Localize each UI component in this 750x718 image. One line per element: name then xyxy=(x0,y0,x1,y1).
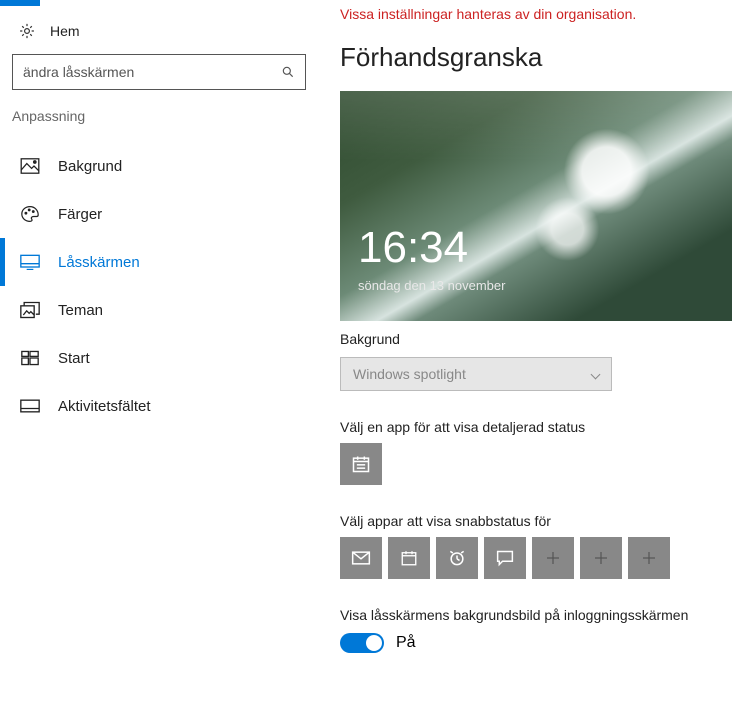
home-label: Hem xyxy=(50,23,80,39)
detailed-status-row xyxy=(340,443,732,485)
sidebar-item-label: Start xyxy=(58,350,90,367)
sidebar-item-label: Låsskärmen xyxy=(58,254,140,271)
image-icon xyxy=(20,156,40,176)
search-input[interactable] xyxy=(23,64,281,80)
category-title: Anpassning xyxy=(12,108,310,124)
sidebar-item-bakgrund[interactable]: Bakgrund xyxy=(12,142,310,190)
content-pane: Vissa inställningar hanteras av din orga… xyxy=(310,0,750,718)
preview-time: 16:34 xyxy=(358,223,468,273)
sidebar-item-start[interactable]: Start xyxy=(12,334,310,382)
search-icon xyxy=(281,65,295,79)
signin-bg-label: Visa låsskärmens bakgrundsbild på inlogg… xyxy=(340,607,732,623)
quick-status-app-mail[interactable] xyxy=(340,537,382,579)
toggle-state-label: På xyxy=(396,634,416,652)
quick-status-add-2[interactable] xyxy=(580,537,622,579)
plus-icon xyxy=(640,549,658,567)
sidebar-item-label: Bakgrund xyxy=(58,158,122,175)
sidebar: Hem Anpassning Bakgrund Färger xyxy=(0,0,310,718)
sidebar-item-label: Teman xyxy=(58,302,103,319)
sidebar-item-teman[interactable]: Teman xyxy=(12,286,310,334)
quick-status-app-calendar[interactable] xyxy=(388,537,430,579)
lockscreen-preview: 16:34 söndag den 13 november xyxy=(340,91,732,321)
quick-status-row xyxy=(340,537,732,579)
start-icon xyxy=(20,348,40,368)
gear-icon xyxy=(18,22,36,40)
org-warning: Vissa inställningar hanteras av din orga… xyxy=(340,6,732,22)
quick-status-label: Välj appar att visa snabbstatus för xyxy=(340,513,732,529)
calendar-icon xyxy=(400,549,418,567)
home-button[interactable]: Hem xyxy=(12,18,310,54)
accent-strip xyxy=(0,0,40,6)
palette-icon xyxy=(20,204,40,224)
detailed-status-label: Välj en app för att visa detaljerad stat… xyxy=(340,419,732,435)
signin-bg-toggle[interactable] xyxy=(340,633,384,653)
calendar-icon xyxy=(351,454,371,474)
themes-icon xyxy=(20,300,40,320)
chevron-down-icon xyxy=(591,369,601,379)
mail-icon xyxy=(351,550,371,566)
message-icon xyxy=(495,549,515,567)
sidebar-item-label: Aktivitetsfältet xyxy=(58,398,151,415)
preview-date: söndag den 13 november xyxy=(358,278,505,293)
sidebar-item-lasskarmen[interactable]: Låsskärmen xyxy=(12,238,310,286)
sidebar-item-farger[interactable]: Färger xyxy=(12,190,310,238)
quick-status-app-messaging[interactable] xyxy=(484,537,526,579)
lockscreen-icon xyxy=(20,252,40,272)
background-dropdown[interactable]: Windows spotlight xyxy=(340,357,612,391)
dropdown-value: Windows spotlight xyxy=(353,366,466,382)
quick-status-add-1[interactable] xyxy=(532,537,574,579)
taskbar-icon xyxy=(20,396,40,416)
detailed-status-app-calendar[interactable] xyxy=(340,443,382,485)
search-input-container[interactable] xyxy=(12,54,306,90)
quick-status-app-alarm[interactable] xyxy=(436,537,478,579)
plus-icon xyxy=(544,549,562,567)
signin-bg-toggle-row: På xyxy=(340,633,732,653)
sidebar-item-aktivitetsfaltet[interactable]: Aktivitetsfältet xyxy=(12,382,310,430)
quick-status-add-3[interactable] xyxy=(628,537,670,579)
alarm-icon xyxy=(447,548,467,568)
preview-title: Förhandsgranska xyxy=(340,42,732,73)
sidebar-item-label: Färger xyxy=(58,206,102,223)
background-label: Bakgrund xyxy=(340,331,732,347)
plus-icon xyxy=(592,549,610,567)
